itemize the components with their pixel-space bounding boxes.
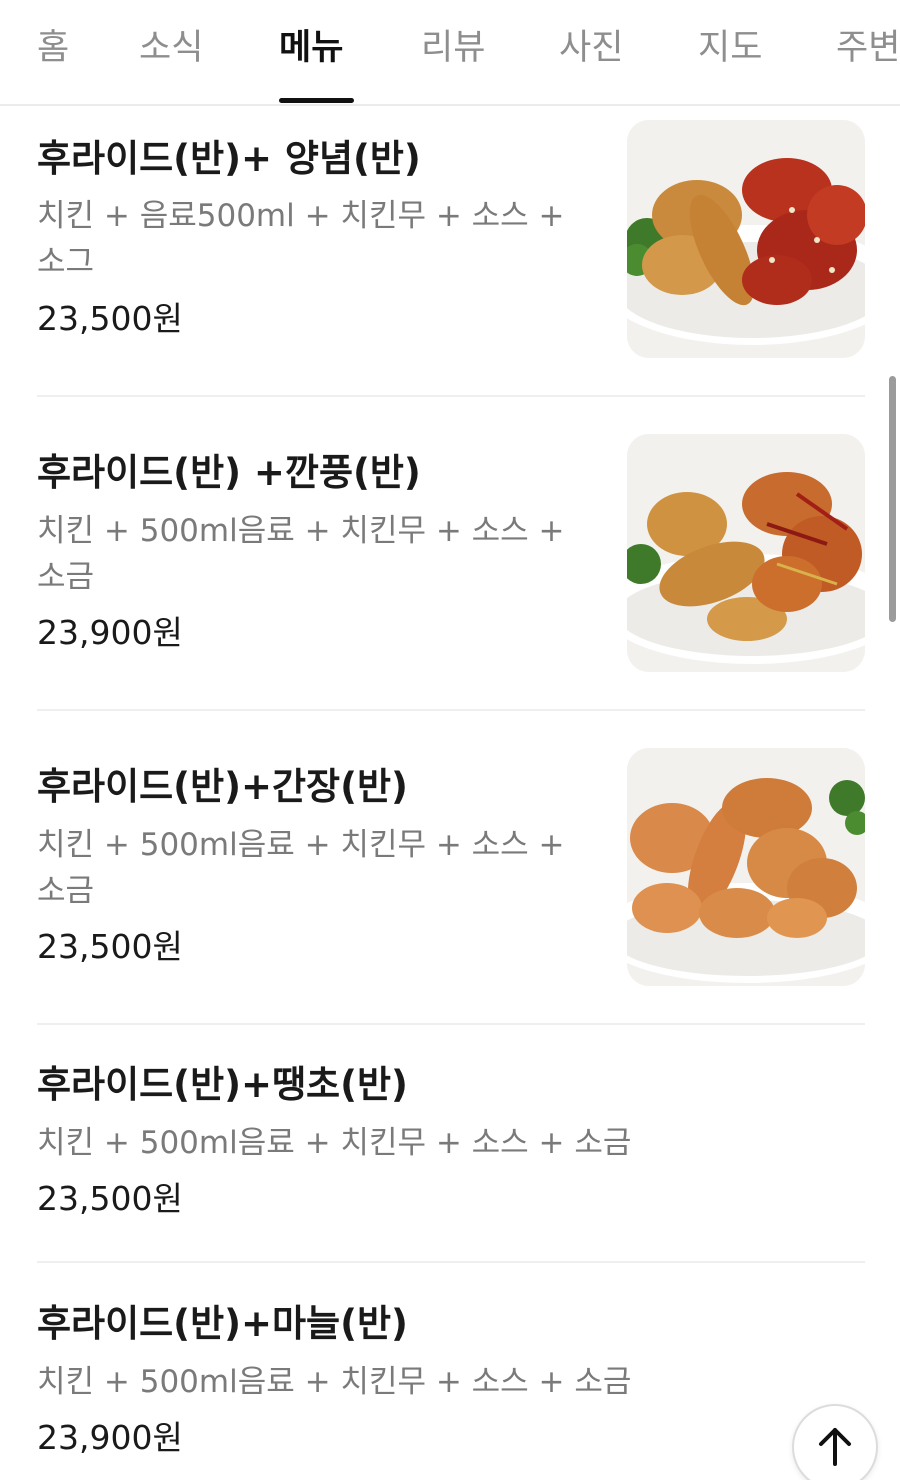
tab-bar: 홈 소식 메뉴 리뷰 사진 지도 주변 (0, 0, 900, 106)
divider (37, 395, 865, 397)
active-tab-indicator (279, 98, 354, 103)
menu-item[interactable]: 후라이드(반)+땡초(반) 치킨 + 500ml음료 + 치킨무 + 소스 + … (37, 1062, 865, 1222)
menu-item-description: 치킨 + 500ml음료 + 치킨무 + 소스 + 소금 (37, 513, 565, 595)
menu-item-title: 후라이드(반)+땡초(반) (37, 1063, 408, 1106)
tab-home[interactable]: 홈 (37, 26, 69, 70)
menu-item-price: 23,500원 (37, 299, 183, 338)
menu-item-title: 후라이드(반)+ 양념(반) (37, 137, 421, 180)
menu-item-price: 23,500원 (37, 927, 183, 966)
menu-item[interactable]: 후라이드(반)+ 양념(반) 치킨 + 음료500ml + 치킨무 + 소스 +… (37, 120, 865, 370)
divider (37, 1023, 865, 1025)
tab-nearby[interactable]: 주변 (836, 26, 900, 70)
menu-item-price: 23,900원 (37, 1418, 183, 1457)
menu-item[interactable]: 후라이드(반)+간장(반) 치킨 + 500ml음료 + 치킨무 + 소스 + … (37, 748, 865, 998)
menu-item-photo[interactable] (627, 434, 865, 672)
menu-item-description: 치킨 + 음료500ml + 치킨무 + 소스 + 소그 (37, 198, 565, 280)
fried-chicken-yangnyeom-photo (627, 120, 865, 358)
menu-item-title: 후라이드(반) +깐풍(반) (37, 451, 421, 494)
menu-item-price: 23,500원 (37, 1179, 183, 1218)
menu-item-photo[interactable] (627, 120, 865, 358)
tab-menu[interactable]: 메뉴 (279, 26, 343, 70)
fried-chicken-soy-photo (627, 748, 865, 986)
menu-item[interactable]: 후라이드(반) +깐풍(반) 치킨 + 500ml음료 + 치킨무 + 소스 +… (37, 434, 865, 684)
scrollbar[interactable] (889, 376, 896, 622)
place-menu-page: 홈 소식 메뉴 리뷰 사진 지도 주변 후라이드(반)+ 양념(반) 치킨 + … (0, 0, 900, 1480)
menu-item-price: 23,900원 (37, 613, 183, 652)
tab-news[interactable]: 소식 (139, 26, 203, 70)
arrow-up-icon (819, 1428, 851, 1466)
divider (37, 1261, 865, 1263)
divider (37, 709, 865, 711)
menu-item[interactable]: 후라이드(반)+마늘(반) 치킨 + 500ml음료 + 치킨무 + 소스 + … (37, 1301, 865, 1461)
menu-item-description: 치킨 + 500ml음료 + 치킨무 + 소스 + 소금 (37, 1125, 632, 1161)
menu-item-title: 후라이드(반)+간장(반) (37, 765, 408, 808)
tab-reviews[interactable]: 리뷰 (421, 26, 485, 70)
tab-map[interactable]: 지도 (698, 26, 762, 70)
menu-item-title: 후라이드(반)+마늘(반) (37, 1302, 408, 1345)
menu-item-description: 치킨 + 500ml음료 + 치킨무 + 소스 + 소금 (37, 827, 565, 909)
menu-item-description: 치킨 + 500ml음료 + 치킨무 + 소스 + 소금 (37, 1364, 632, 1400)
menu-item-photo[interactable] (627, 748, 865, 986)
tab-photos[interactable]: 사진 (559, 26, 623, 70)
fried-chicken-kkanpung-photo (627, 434, 865, 672)
scroll-to-top-button[interactable] (792, 1404, 878, 1480)
